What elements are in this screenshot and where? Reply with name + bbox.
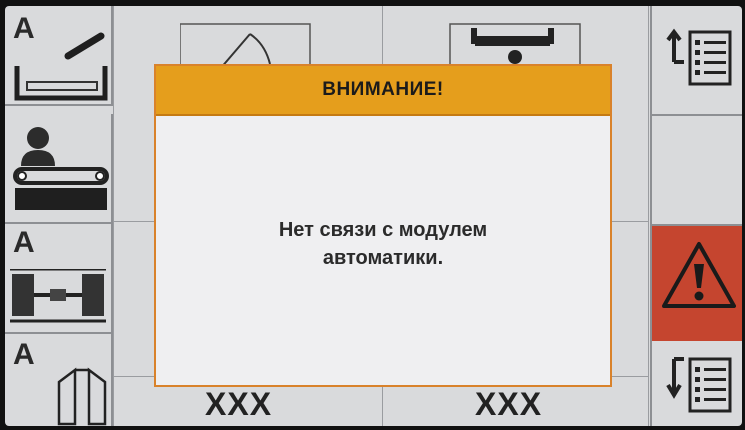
auto-mode-label: A	[13, 338, 35, 371]
auto-spreader-button[interactable]: A	[5, 6, 113, 106]
operator-conveyor-icon	[13, 127, 109, 210]
value-right: XXX	[475, 386, 543, 422]
value-left: XXX	[205, 386, 273, 422]
menu-down-list-icon	[666, 357, 732, 413]
right-empty-slot	[650, 116, 742, 226]
auto-axle-button[interactable]: A	[5, 224, 113, 334]
warning-icon	[662, 242, 736, 308]
dialog-title: ВНИМАНИЕ!	[156, 66, 610, 116]
dialog-message-line: автоматики.	[322, 247, 444, 269]
warning-dialog[interactable]: ВНИМАНИЕ! Нет связи с модулем автоматики…	[154, 64, 612, 387]
boom-angle-icon	[180, 23, 311, 69]
auto-gate-button[interactable]: A	[5, 334, 113, 426]
operator-conveyor-button[interactable]	[5, 114, 113, 224]
menu-up-list-icon	[666, 28, 732, 86]
hitch-icon	[449, 23, 581, 69]
dialog-message: Нет связи с модулем автоматики.	[156, 216, 610, 272]
grid-divider	[113, 6, 114, 426]
auto-gate-icon	[57, 367, 107, 426]
menu-down-button[interactable]	[650, 341, 742, 426]
warning-button[interactable]	[650, 226, 742, 341]
grid-divider	[648, 6, 649, 426]
menu-up-button[interactable]	[650, 6, 742, 116]
dialog-message-line: Нет связи с модулем	[278, 219, 488, 241]
auto-axle-icon	[10, 269, 106, 323]
auto-spreader-icon	[14, 32, 108, 101]
device-screen: A A A ВНИМАНИЕ! Нет связи с модулем авто…	[5, 6, 742, 426]
auto-mode-label: A	[13, 226, 35, 259]
